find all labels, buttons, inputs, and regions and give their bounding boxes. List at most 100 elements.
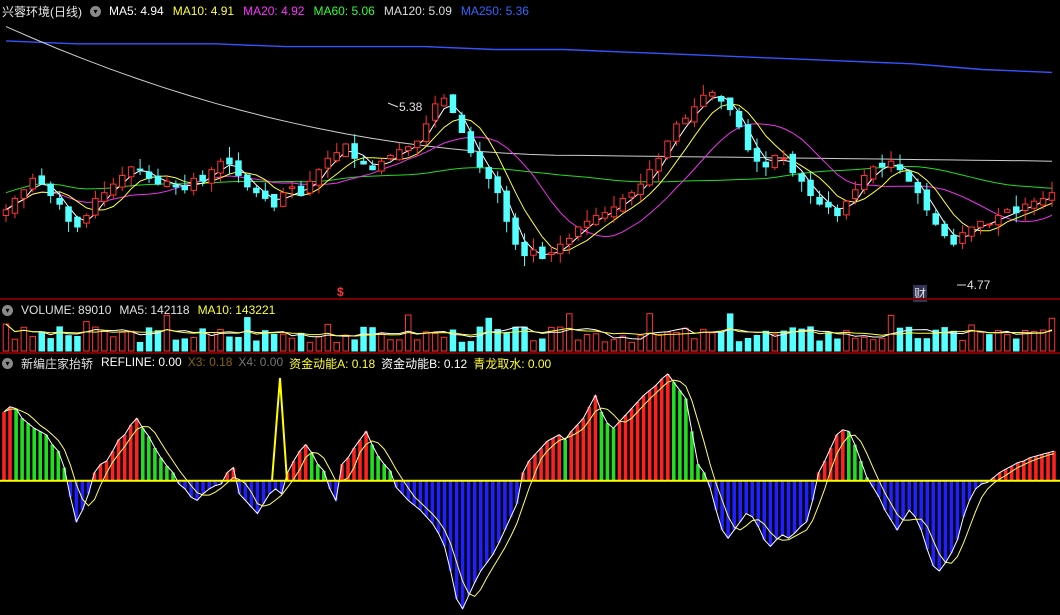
volume-bar	[440, 336, 448, 352]
volume-bar	[396, 339, 403, 352]
volume-label: VOLUME:	[21, 303, 76, 317]
candle-body	[1039, 197, 1047, 206]
candle-body	[217, 160, 224, 174]
volume-bar	[244, 317, 251, 352]
volume-bar	[306, 341, 314, 352]
indicator-settings-icon[interactable]: ▾	[2, 357, 13, 369]
volume-bar	[38, 331, 45, 352]
momentum-bar	[38, 431, 42, 481]
volume-bar	[521, 326, 528, 352]
volume-bar	[378, 333, 385, 352]
volume-bar	[861, 336, 868, 352]
momentum-bar	[563, 439, 567, 481]
volume-bar	[619, 335, 627, 352]
candle-body	[136, 168, 144, 171]
candle-body	[476, 151, 484, 168]
dividend-marker[interactable]: $	[337, 285, 344, 299]
price-panel[interactable]: 兴蓉环境(日线) ▾ MA5: 4.94 MA10: 4.91 MA20: 4.92…	[0, 0, 1060, 302]
candle-body	[74, 216, 81, 228]
price-title: 兴蓉环境(日线)	[2, 3, 82, 20]
momentum-bar	[128, 424, 133, 481]
momentum-bar	[539, 447, 543, 481]
candle-body	[539, 246, 546, 260]
momentum-bar	[545, 441, 549, 481]
momentum-bar	[134, 418, 139, 481]
momentum-bar	[484, 480, 489, 563]
volume-ma10-label: MA10:	[197, 303, 233, 317]
volume-bar	[279, 333, 287, 352]
candle-body	[440, 97, 448, 107]
price-chart[interactable]	[0, 0, 1060, 298]
candle-body	[449, 94, 457, 114]
volume-bar	[986, 334, 993, 352]
volume-bar	[816, 340, 823, 352]
volume-ma10: MA10: 143221	[198, 303, 276, 317]
momentum-bar	[961, 480, 966, 517]
volume-settings-icon[interactable]: ▾	[2, 304, 13, 316]
momentum-bar	[1009, 465, 1014, 481]
momentum-bar	[1016, 462, 1020, 481]
volume-ma5: MA5: 142118	[119, 303, 189, 317]
momentum-bar	[955, 480, 960, 540]
momentum-bar	[165, 465, 169, 481]
momentum-bar	[611, 428, 616, 481]
volume-bar	[74, 336, 81, 352]
candle-body	[333, 152, 340, 162]
high-price-label: 5.38	[399, 100, 423, 114]
candle-body	[807, 179, 814, 196]
candle-body	[664, 140, 671, 159]
candle-body	[735, 111, 743, 128]
candle-body	[691, 106, 698, 123]
candle-body	[619, 197, 627, 212]
ma5-line	[5, 95, 1053, 256]
volume-bar	[709, 332, 716, 352]
indicator-legend-items: REFLINE: 0.00 X3: 0.18 X4: 0.00 资金动能A: 0.18…	[101, 355, 551, 372]
volume-bar	[1030, 331, 1038, 352]
volume-bar	[557, 326, 564, 352]
momentum-bar	[255, 480, 260, 514]
volume-bar	[726, 313, 734, 352]
candle-body	[1021, 203, 1029, 212]
momentum-bar	[684, 398, 688, 481]
candle-body	[297, 185, 305, 196]
candle-body	[896, 164, 904, 171]
momentum-bar	[1052, 451, 1056, 481]
momentum-bar	[424, 480, 429, 517]
volume-bar	[2, 323, 10, 352]
candle-body	[709, 91, 716, 97]
momentum-bar	[925, 480, 930, 550]
volume-value: 89010	[78, 303, 112, 317]
settings-circle-icon[interactable]: ▾	[90, 5, 101, 17]
momentum-bar	[201, 480, 205, 494]
candle-body	[110, 183, 117, 196]
candle-body	[861, 175, 868, 191]
volume-bar	[47, 338, 54, 352]
candle-body	[244, 174, 251, 188]
candle-body	[503, 190, 510, 222]
candle-body	[610, 206, 618, 218]
indicator-legend-item: X3: 0.18	[187, 354, 233, 369]
candle-body	[279, 192, 287, 207]
momentum-bar	[678, 390, 682, 481]
candle-body	[47, 183, 54, 197]
candle-body	[351, 143, 358, 159]
candle-body	[405, 146, 412, 152]
momentum-bar	[659, 378, 664, 481]
candle-body	[396, 149, 403, 161]
momentum-bar	[32, 428, 36, 481]
candle-body	[700, 94, 707, 107]
indicator-chart[interactable]	[0, 354, 1060, 615]
volume-panel[interactable]: ▾ VOLUME: 89010 MA5: 142118 MA10: 143221	[0, 300, 1060, 352]
momentum-bar	[116, 439, 121, 481]
candle-body	[583, 220, 591, 228]
candle-body	[38, 175, 45, 185]
volume-bar	[458, 341, 466, 352]
indicator-panel[interactable]: ▾ 新编庄家抬轿 REFLINE: 0.00 X3: 0.18 X4: 0.00 资金…	[0, 354, 1060, 615]
candle-body	[959, 232, 966, 244]
momentum-bar	[261, 480, 266, 504]
ma-legend-item: MA250: 5.36	[460, 4, 529, 18]
momentum-bar	[171, 472, 175, 481]
volume-bar	[852, 337, 859, 352]
volume-bar	[646, 313, 653, 352]
volume-bar	[65, 335, 72, 352]
